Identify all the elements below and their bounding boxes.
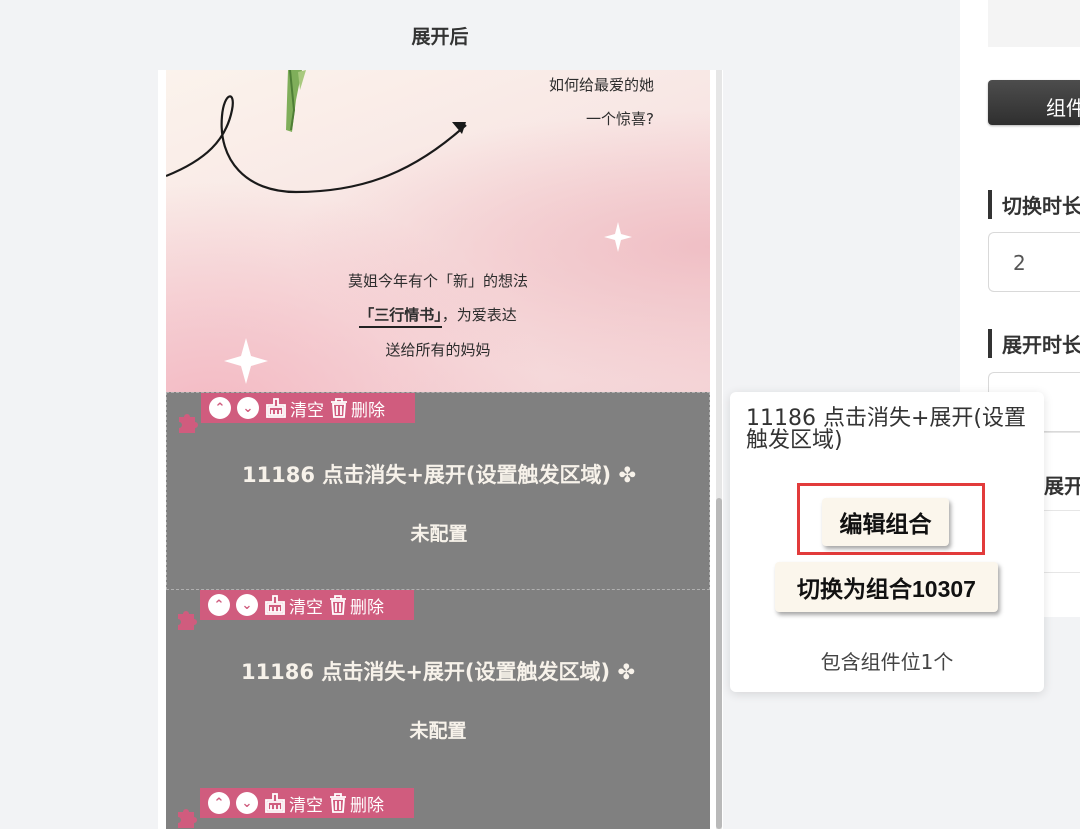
clear-label: 清空 xyxy=(290,400,324,421)
banner-para2-highlight: 「三行情书」 xyxy=(359,306,442,328)
component-tab-label: 组件 xyxy=(1046,96,1080,120)
group-popover: 11186 点击消失+展开(设置触发区域) 编辑组合 切换为组合10307 包含… xyxy=(730,392,1044,692)
banner-line1: 如何给最爱的她 xyxy=(548,76,654,94)
broom-icon xyxy=(265,595,285,615)
expand-down-icon[interactable]: ⌄ xyxy=(236,594,258,616)
puzzle-small-icon: ✤ xyxy=(618,463,637,487)
delete-button[interactable]: 删除 xyxy=(329,791,384,816)
section-title: 展开后 xyxy=(411,26,469,48)
switch-duration-label: 切换时长 xyxy=(988,190,1080,219)
banner-line2: 一个惊喜? xyxy=(586,110,654,128)
slot-toolbar: ⌃ ⌄ 清空 删除 xyxy=(200,590,414,620)
puzzle-icon xyxy=(174,606,200,636)
phone-preview: 如何给最爱的她 一个惊喜? 莫姐今年有个「新」的想法 「三行情书」，为爱表达 送… xyxy=(158,70,723,829)
slot-toolbar: ⌃ ⌄ 清空 删除 xyxy=(201,393,415,423)
delete-label: 删除 xyxy=(350,597,384,618)
collapse-up-icon[interactable]: ⌃ xyxy=(208,792,230,814)
slot-title: 11186 点击消失+展开(设置触发区域) ✤ xyxy=(241,463,637,487)
expand-down-icon[interactable]: ⌄ xyxy=(237,397,259,419)
slot-title: 11186 点击消失+展开(设置触发区域) ✤ xyxy=(240,660,636,684)
puzzle-icon xyxy=(175,409,201,439)
clear-button[interactable]: 清空 xyxy=(264,593,323,618)
expand-label-partial: 展开 xyxy=(1044,474,1080,498)
edit-group-button[interactable]: 编辑组合 xyxy=(822,498,949,546)
slot-toolbar: ⌃ ⌄ 清空 删除 xyxy=(200,788,414,818)
switch-duration-input[interactable]: 2 xyxy=(988,232,1080,292)
component-slot[interactable]: ⌃ ⌄ 清空 删除 xyxy=(166,788,710,829)
clear-button[interactable]: 清空 xyxy=(264,791,323,816)
preview-canvas: 如何给最爱的她 一个惊喜? 莫姐今年有个「新」的想法 「三行情书」，为爱表达 送… xyxy=(166,70,710,829)
clear-label: 清空 xyxy=(289,597,323,618)
trash-icon xyxy=(331,398,347,418)
trash-icon xyxy=(330,793,346,813)
delete-label: 删除 xyxy=(351,400,385,421)
delete-button[interactable]: 删除 xyxy=(330,396,385,421)
scrollbar-thumb[interactable] xyxy=(716,498,722,829)
banner-image: 如何给最爱的她 一个惊喜? 莫姐今年有个「新」的想法 「三行情书」，为爱表达 送… xyxy=(166,70,710,392)
switch-group-button[interactable]: 切换为组合10307 xyxy=(775,562,998,612)
settings-top-card xyxy=(988,0,1080,47)
slot-status: 未配置 xyxy=(410,523,468,545)
collapse-up-icon[interactable]: ⌃ xyxy=(208,594,230,616)
delete-label: 删除 xyxy=(350,795,384,816)
popover-title: 11186 点击消失+展开(设置触发区域) xyxy=(746,406,1026,453)
puzzle-icon xyxy=(174,804,200,829)
collapse-up-icon[interactable]: ⌃ xyxy=(209,397,231,419)
broom-icon xyxy=(265,793,285,813)
component-slot[interactable]: ⌃ ⌄ 清空 删除 11186 点击消失+展开(设置触发区域) ✤ 未配置 xyxy=(166,590,710,788)
component-tab[interactable]: 组件 xyxy=(988,80,1080,125)
banner-para3: 送给所有的妈妈 xyxy=(385,341,491,359)
banner-para1: 莫姐今年有个「新」的想法 xyxy=(347,272,528,290)
component-slot[interactable]: ⌃ ⌄ 清空 删除 11186 点击消失+展开(设置触发区域) ✤ 未配置 xyxy=(166,392,710,590)
broom-icon xyxy=(266,398,286,418)
banner-para2-rest: ，为爱表达 xyxy=(441,306,517,324)
banner-para2: 「三行情书」，为爱表达 xyxy=(166,304,710,328)
popover-footer: 包含组件位1个 xyxy=(820,650,954,674)
clear-label: 清空 xyxy=(289,795,323,816)
slot-status: 未配置 xyxy=(409,720,467,742)
delete-button[interactable]: 删除 xyxy=(329,593,384,618)
expand-duration-label: 展开时长 xyxy=(988,329,1080,358)
trash-icon xyxy=(330,595,346,615)
clear-button[interactable]: 清空 xyxy=(265,396,324,421)
expand-down-icon[interactable]: ⌄ xyxy=(236,792,258,814)
puzzle-small-icon: ✤ xyxy=(617,660,636,684)
